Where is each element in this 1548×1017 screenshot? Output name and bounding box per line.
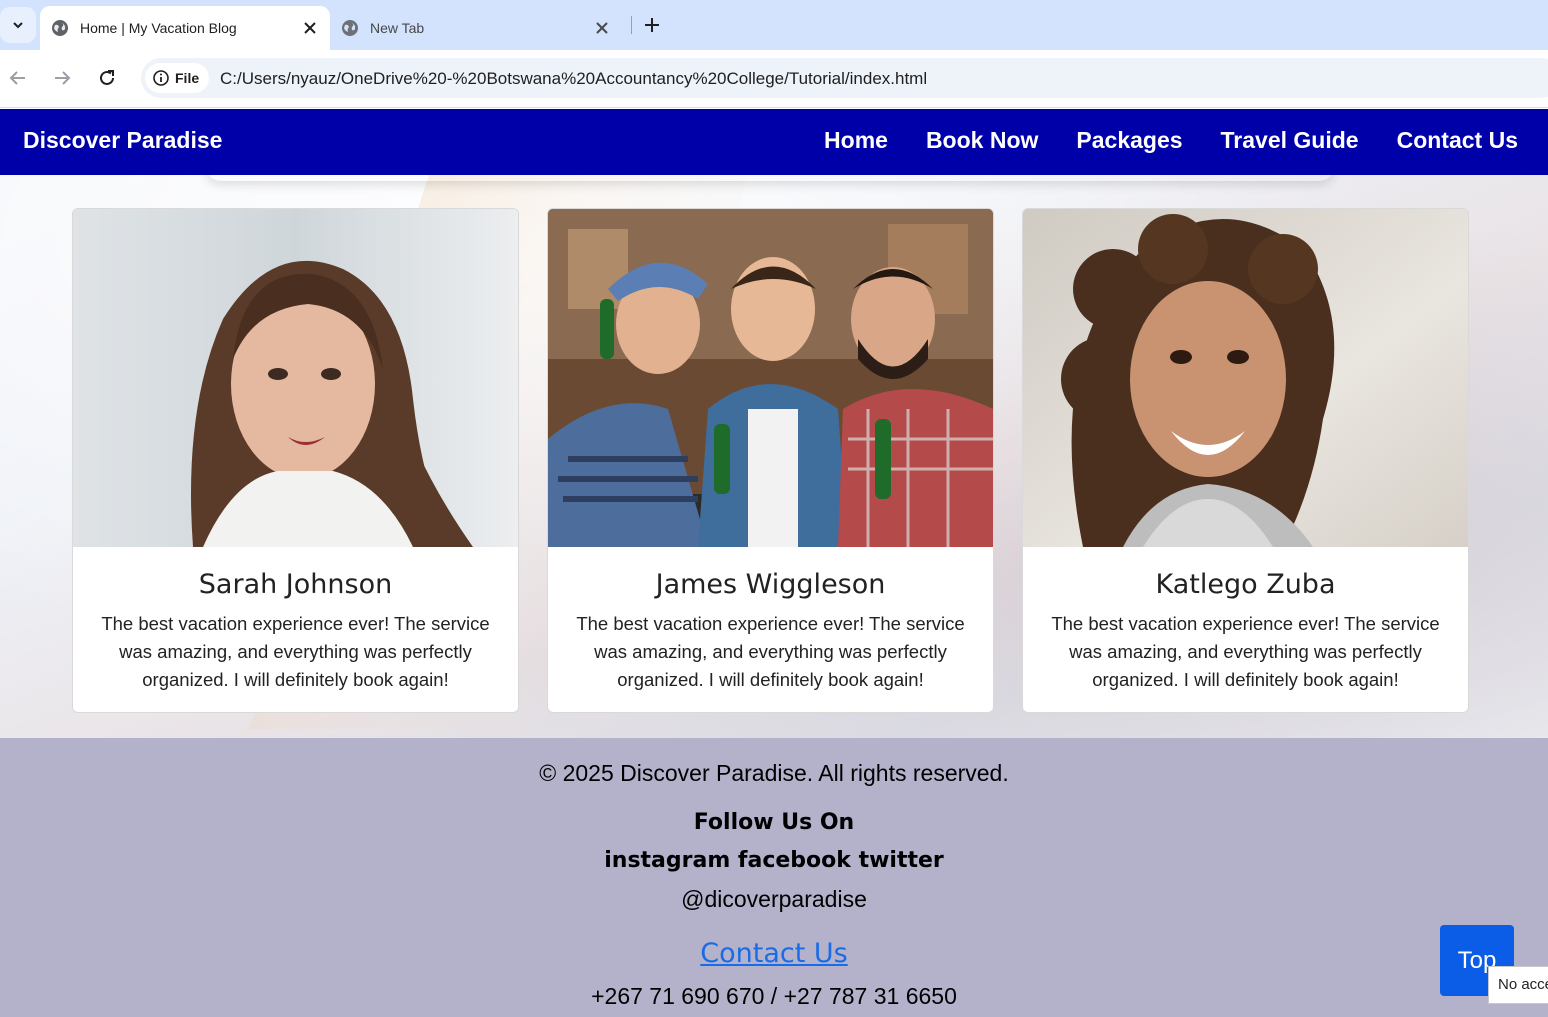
- site-info-chip[interactable]: File: [145, 63, 210, 93]
- site-info-label: File: [175, 70, 200, 86]
- tab-home[interactable]: Home | My Vacation Blog: [40, 6, 330, 50]
- globe-icon: [51, 19, 69, 37]
- testimonial-photo: [73, 209, 518, 547]
- tab-search-button[interactable]: [0, 7, 36, 43]
- testimonial-name: Katlego Zuba: [1155, 569, 1336, 600]
- testimonial-card: Katlego Zuba The best vacation experienc…: [1022, 208, 1469, 713]
- url-text[interactable]: C:/Users/nyauz/OneDrive%20-%20Botswana%2…: [220, 69, 927, 89]
- close-tab-icon[interactable]: [588, 14, 616, 42]
- address-bar[interactable]: File C:/Users/nyauz/OneDrive%20-%20Botsw…: [141, 58, 1548, 98]
- tab-title: Home | My Vacation Blog: [80, 20, 237, 36]
- globe-icon: [341, 19, 359, 37]
- reload-button[interactable]: [92, 63, 122, 93]
- social-handle: @dicoverparadise: [681, 886, 867, 912]
- nav-link-travel-guide[interactable]: Travel Guide: [1221, 127, 1359, 154]
- testimonial-photo: [548, 209, 993, 547]
- site-brand[interactable]: Discover Paradise: [23, 127, 222, 154]
- testimonial-text: The best vacation experience ever! The s…: [576, 613, 965, 690]
- forward-button[interactable]: [47, 63, 77, 93]
- nav-link-contact-us[interactable]: Contact Us: [1397, 127, 1518, 154]
- testimonial-card: James Wiggleson The best vacation experi…: [547, 208, 994, 713]
- nav-link-home[interactable]: Home: [824, 127, 888, 154]
- testimonial-photo: [1023, 209, 1468, 547]
- nav-link-book-now[interactable]: Book Now: [926, 127, 1038, 154]
- new-tab-button[interactable]: [638, 11, 666, 39]
- copyright-text: © 2025 Discover Paradise. All rights res…: [539, 760, 1009, 786]
- nav-links: Home Book Now Packages Travel Guide Cont…: [824, 127, 1518, 154]
- testimonial-name: James Wiggleson: [655, 569, 886, 600]
- testimonial-name: Sarah Johnson: [198, 569, 393, 600]
- contact-us-link[interactable]: Contact Us: [700, 938, 847, 969]
- chevron-down-icon: [13, 22, 23, 29]
- tab-title: New Tab: [370, 20, 425, 36]
- nav-link-packages[interactable]: Packages: [1076, 127, 1182, 154]
- webpage: Discover Paradise Home Book Now Packages…: [0, 109, 1548, 1017]
- follow-heading: Follow Us On: [693, 810, 855, 835]
- close-tab-icon[interactable]: [296, 14, 324, 42]
- back-button[interactable]: [3, 63, 33, 93]
- arrow-left-icon: [9, 71, 25, 85]
- footer-contact-link: Contact Us: [0, 938, 1548, 969]
- tab-separator: [631, 16, 632, 34]
- testimonial-text: The best vacation experience ever! The s…: [1051, 613, 1440, 690]
- reload-icon: [100, 70, 114, 85]
- arrow-right-icon: [55, 71, 71, 85]
- browser-toolbar: File C:/Users/nyauz/OneDrive%20-%20Botsw…: [0, 50, 1548, 108]
- tooltip: No acce: [1488, 966, 1548, 1004]
- testimonial-text: The best vacation experience ever! The s…: [101, 613, 490, 690]
- phone-numbers: +267 71 690 670 / +27 787 31 6650: [591, 983, 957, 1009]
- tab-new[interactable]: New Tab: [330, 6, 622, 50]
- tab-strip: Home | My Vacation Blog New Tab: [0, 0, 1548, 50]
- testimonial-card: Sarah Johnson The best vacation experien…: [72, 208, 519, 713]
- site-navbar: Discover Paradise Home Book Now Packages…: [0, 109, 1548, 175]
- plus-icon: [645, 18, 659, 32]
- info-icon: [153, 70, 169, 86]
- social-links: instagram facebook twitter: [604, 848, 944, 873]
- site-footer: © 2025 Discover Paradise. All rights res…: [0, 738, 1548, 1017]
